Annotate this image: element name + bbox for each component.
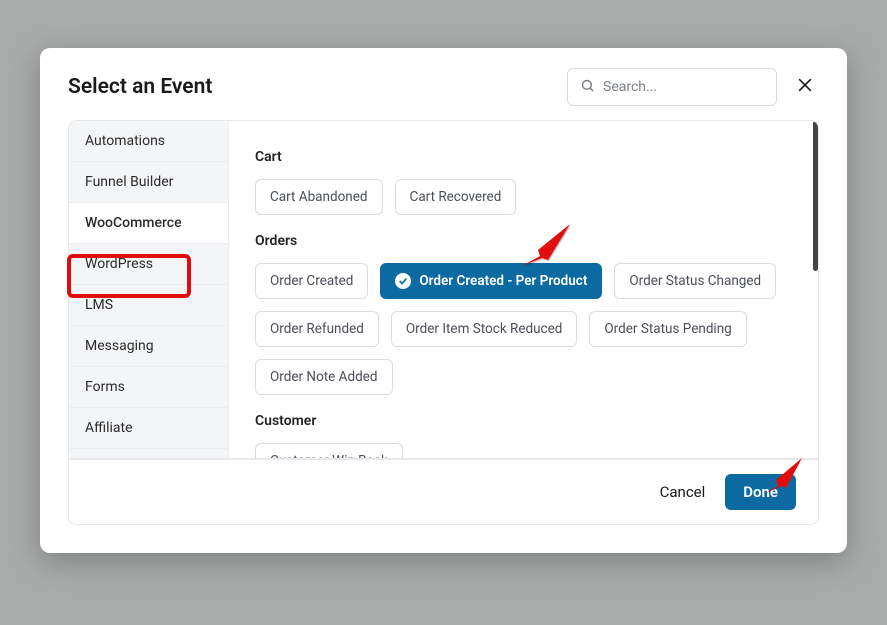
done-button[interactable]: Done [725, 474, 796, 510]
event-cart-recovered[interactable]: Cart Recovered [395, 179, 517, 215]
search-input[interactable] [603, 79, 764, 95]
event-order-created-per-product[interactable]: Order Created - Per Product [380, 263, 602, 299]
select-event-modal: Select an Event Automations Funnel Build… [40, 48, 847, 553]
sidebar-item-forms[interactable]: Forms [69, 367, 228, 408]
cancel-button[interactable]: Cancel [660, 483, 706, 501]
modal-footer: Cancel Done [69, 460, 818, 524]
section-title-customer: Customer [255, 413, 792, 429]
modal-header: Select an Event [40, 48, 847, 120]
search-field[interactable] [567, 68, 777, 106]
event-content: Cart Cart Abandoned Cart Recovered Order… [229, 121, 818, 458]
sidebar-item-automations[interactable]: Automations [69, 121, 228, 162]
customer-pills: Customer Win Back [255, 443, 792, 458]
sidebar-item-funnel-builder[interactable]: Funnel Builder [69, 162, 228, 203]
event-order-item-stock-reduced[interactable]: Order Item Stock Reduced [391, 311, 578, 347]
section-title-cart: Cart [255, 149, 792, 165]
modal-title: Select an Event [68, 75, 212, 99]
sidebar: Automations Funnel Builder WooCommerce W… [69, 121, 229, 458]
sidebar-item-affiliate[interactable]: Affiliate [69, 408, 228, 449]
event-customer-win-back[interactable]: Customer Win Back [255, 443, 403, 458]
sidebar-item-messaging[interactable]: Messaging [69, 326, 228, 367]
close-icon [795, 84, 815, 99]
event-label: Order Created - Per Product [419, 273, 587, 289]
event-order-note-added[interactable]: Order Note Added [255, 359, 393, 395]
check-icon [395, 273, 411, 289]
header-right [567, 68, 819, 106]
sidebar-item-crm[interactable]: CRM [69, 449, 228, 459]
modal-footer-wrap: Cancel Done [68, 459, 819, 525]
search-icon [580, 78, 595, 97]
event-order-status-pending[interactable]: Order Status Pending [589, 311, 746, 347]
event-order-refunded[interactable]: Order Refunded [255, 311, 379, 347]
sidebar-item-wordpress[interactable]: WordPress [69, 244, 228, 285]
sidebar-item-lms[interactable]: LMS [69, 285, 228, 326]
cart-pills: Cart Abandoned Cart Recovered [255, 179, 792, 215]
event-order-created[interactable]: Order Created [255, 263, 368, 299]
close-button[interactable] [791, 71, 819, 103]
event-order-status-changed[interactable]: Order Status Changed [614, 263, 776, 299]
sidebar-item-woocommerce[interactable]: WooCommerce [69, 203, 228, 244]
event-cart-abandoned[interactable]: Cart Abandoned [255, 179, 383, 215]
section-title-orders: Orders [255, 233, 792, 249]
orders-pills: Order Created Order Created - Per Produc… [255, 263, 792, 395]
modal-body: Automations Funnel Builder WooCommerce W… [68, 120, 819, 459]
